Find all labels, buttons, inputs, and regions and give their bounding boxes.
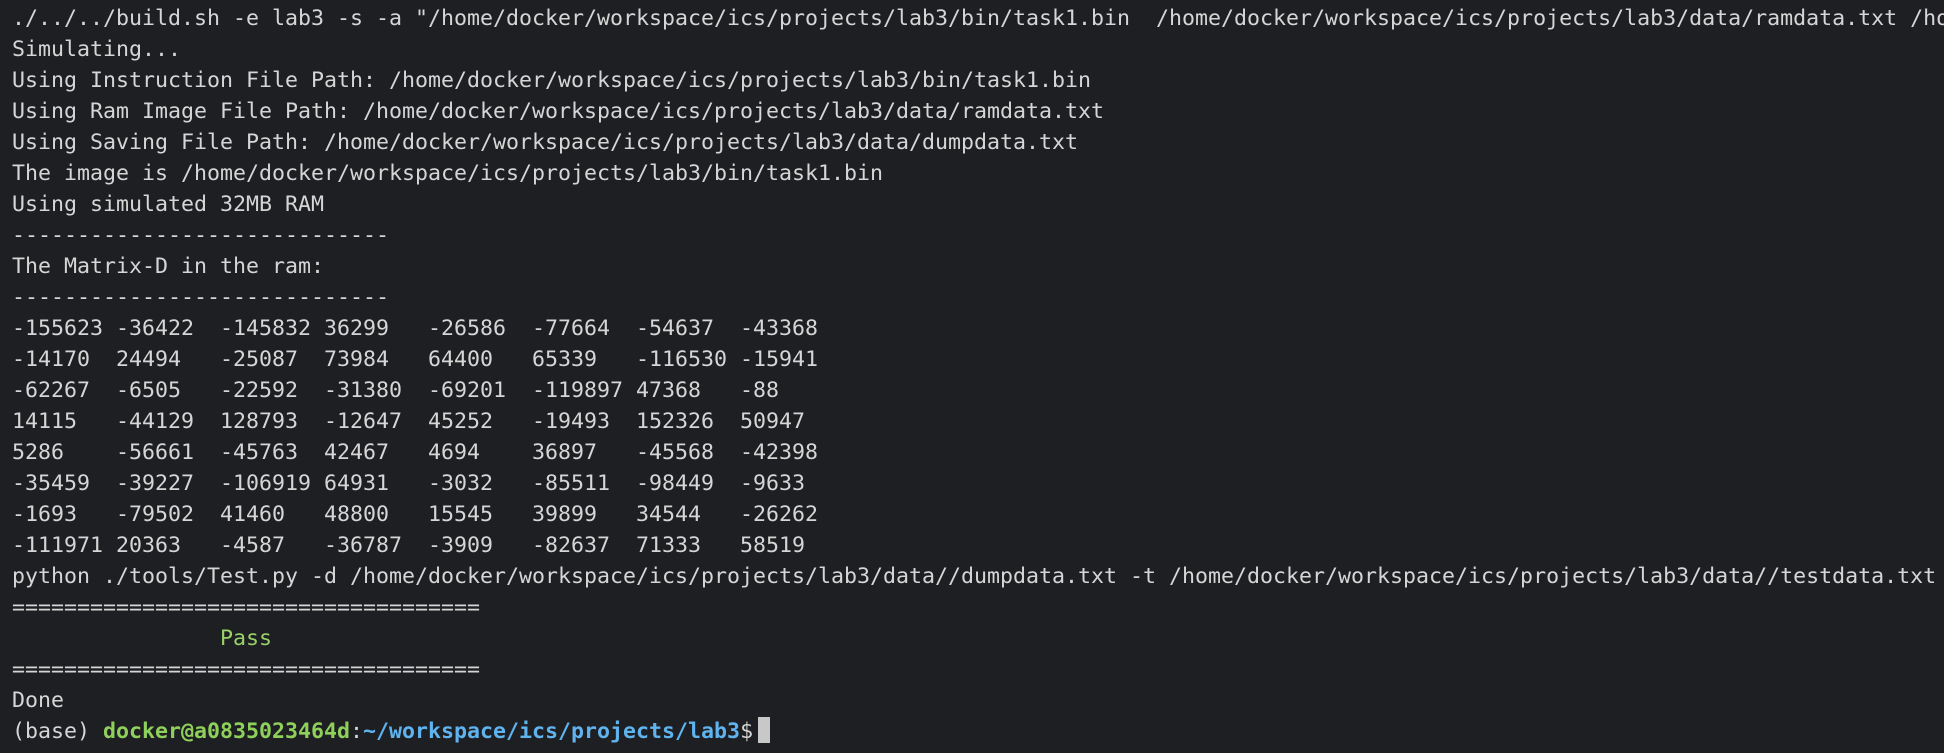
terminal-window[interactable]: ./../../build.sh -e lab3 -s -a "/home/do… [0,0,1944,753]
pass-line: Pass [12,623,1944,654]
matrix-row: -111971 20363 -4587 -36787 -3909 -82637 … [12,533,806,558]
prompt-user-host: docker@a0835023464d [103,719,351,744]
test-command-line: python ./tools/Test.py -d /home/docker/w… [12,564,1937,589]
dash-separator: ----------------------------- [12,285,390,310]
equals-separator: ==================================== [12,657,481,682]
equals-separator: ==================================== [12,595,481,620]
prompt-env: (base) [12,719,104,744]
text-cursor[interactable] [758,717,771,743]
done-line: Done [12,688,65,713]
matrix-row: -1693 -79502 41460 48800 15545 39899 345… [12,502,819,527]
prompt-path: ~/workspace/ics/projects/lab3 [363,719,741,744]
matrix-row: -155623 -36422 -145832 36299 -26586 -776… [12,316,819,341]
matrix-title-line: The Matrix-D in the ram: [12,254,325,279]
ram-image-path-line: Using Ram Image File Path: /home/docker/… [12,99,1105,124]
saving-path-line: Using Saving File Path: /home/docker/wor… [12,130,1079,155]
pass-indent [12,626,220,651]
matrix-row: -14170 24494 -25087 73984 64400 65339 -1… [12,347,819,372]
ram-size-line: Using simulated 32MB RAM [12,192,325,217]
matrix-row: 5286 -56661 -45763 42467 4694 36897 -455… [12,440,819,465]
pass-status: Pass [220,626,273,651]
prompt-colon: : [350,719,364,744]
build-command-line: ./../../build.sh -e lab3 -s -a "/home/do… [12,6,1944,31]
dash-separator: ----------------------------- [12,223,390,248]
matrix-row: -35459 -39227 -106919 64931 -3032 -85511… [12,471,806,496]
shell-prompt[interactable]: (base) docker@a0835023464d:~/workspace/i… [12,716,1944,747]
image-is-line: The image is /home/docker/workspace/ics/… [12,161,884,186]
instruction-path-line: Using Instruction File Path: /home/docke… [12,68,1092,93]
matrix-row: -62267 -6505 -22592 -31380 -69201 -11989… [12,378,780,403]
simulating-line: Simulating... [12,37,182,62]
prompt-symbol: $ [740,719,754,744]
matrix-row: 14115 -44129 128793 -12647 45252 -19493 … [12,409,806,434]
